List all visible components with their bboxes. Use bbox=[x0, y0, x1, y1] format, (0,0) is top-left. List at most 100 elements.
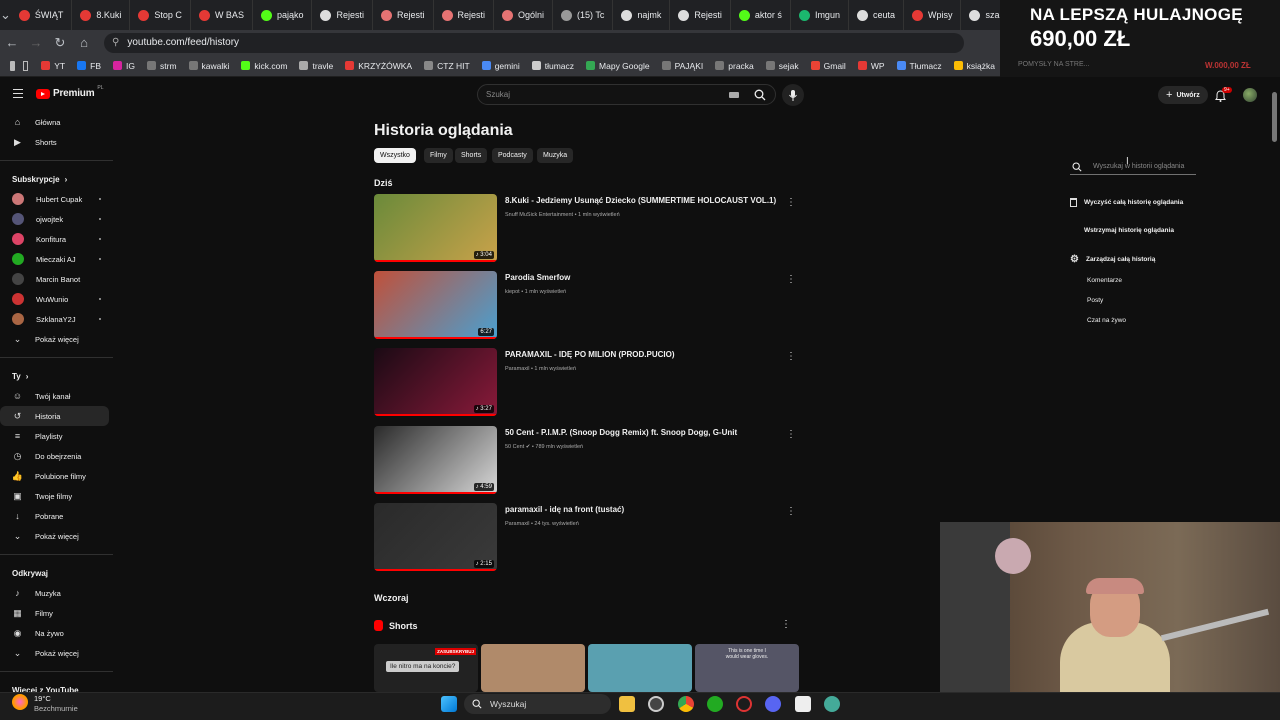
bookmark-item[interactable]: travle bbox=[294, 61, 338, 71]
sidebar-section-title[interactable]: Ty › bbox=[0, 366, 115, 386]
taskbar-search[interactable]: Wyszukaj bbox=[464, 694, 611, 714]
filter-chip[interactable]: Shorts bbox=[455, 148, 488, 163]
bookmark-item[interactable]: kick.com bbox=[236, 61, 292, 71]
reload-button[interactable]: ↻ bbox=[48, 31, 72, 55]
bookmark-item[interactable]: YT bbox=[36, 61, 70, 71]
sidebar-item[interactable]: ▶ Shorts bbox=[0, 132, 115, 152]
history-search-input[interactable]: Wyszukaj w historii oglądania bbox=[1070, 159, 1196, 175]
bookmark-item[interactable]: Gmail bbox=[806, 61, 851, 71]
bookmark-item[interactable]: PAJĄKI bbox=[657, 61, 709, 71]
grid-icon[interactable] bbox=[22, 60, 29, 71]
history-video-item[interactable]: ♪ 3:04 8.Kuki - Jedziemy Usunąć Dziecko (… bbox=[374, 194, 804, 264]
capcut-icon[interactable] bbox=[795, 696, 811, 712]
browser-tab[interactable]: ceuta bbox=[849, 0, 904, 30]
short-thumbnail[interactable]: ZASUBSKRYBUJ Ile nitro ma na koncie? bbox=[374, 644, 478, 692]
video-title[interactable]: Parodia Smerfow bbox=[505, 273, 570, 282]
site-info-icon[interactable]: ⚲ bbox=[112, 37, 119, 48]
sidebar-item[interactable]: ⌄ Pokaż więcej bbox=[0, 329, 115, 349]
bookmark-item[interactable]: Tłumacz bbox=[892, 61, 947, 71]
filter-chip[interactable]: Wszystko bbox=[374, 148, 416, 163]
video-thumbnail[interactable]: ♪ 3:04 bbox=[374, 194, 497, 262]
apps-icon[interactable] bbox=[10, 60, 15, 71]
voice-search-button[interactable] bbox=[782, 84, 804, 106]
pause-history-button[interactable]: Wstrzymaj historię oglądania bbox=[1084, 227, 1174, 234]
sidebar-section-title[interactable]: Odkrywaj bbox=[0, 563, 115, 583]
history-video-item[interactable]: ♪ 2:15 paramaxil - idę na front (tustać) P… bbox=[374, 503, 804, 573]
video-thumbnail[interactable]: ♪ 4:59 bbox=[374, 426, 497, 494]
bookmark-item[interactable]: WP bbox=[853, 61, 890, 71]
back-button[interactable]: ← bbox=[0, 31, 24, 55]
browser-tab[interactable]: W BAS bbox=[191, 0, 253, 30]
bookmark-item[interactable]: książka bbox=[949, 61, 1000, 71]
avatar[interactable] bbox=[1243, 88, 1257, 102]
sidebar-item[interactable]: ⌄ Pokaż więcej bbox=[0, 526, 115, 546]
history-video-item[interactable]: ♪ 3:27 PARAMAXIL - IDĘ PO MILION (PROD.PU… bbox=[374, 348, 804, 418]
browser-tab[interactable]: Rejesti bbox=[373, 0, 434, 30]
manage-history-button[interactable]: ⚙ Zarządzaj całą historią bbox=[1070, 254, 1155, 265]
discord-icon[interactable] bbox=[765, 696, 781, 712]
video-title[interactable]: 50 Cent - P.I.M.P. (Snoop Dogg Remix) ft… bbox=[505, 428, 737, 437]
bookmark-item[interactable]: gemini bbox=[477, 61, 525, 71]
posts-link[interactable]: Posty bbox=[1087, 297, 1103, 304]
filter-chip[interactable]: Podcasty bbox=[492, 148, 533, 163]
bookmark-item[interactable]: strm bbox=[142, 61, 182, 71]
bookmark-item[interactable]: CTZ HIT bbox=[419, 61, 475, 71]
browser-tab[interactable]: Wpisy bbox=[904, 0, 962, 30]
browser-tab[interactable]: Imgun bbox=[791, 0, 849, 30]
video-title[interactable]: PARAMAXIL - IDĘ PO MILION (PROD.PUCIO) bbox=[505, 350, 674, 359]
windows-start-icon[interactable] bbox=[441, 696, 457, 712]
video-thumbnail[interactable]: 6:27 bbox=[374, 271, 497, 339]
sidebar-section-title[interactable]: Subskrypcje › bbox=[0, 169, 115, 189]
sidebar-subscription[interactable]: Mieczaki AJ bbox=[0, 249, 115, 269]
page-scrollbar[interactable] bbox=[1272, 92, 1277, 142]
bookmark-item[interactable]: Mapy Google bbox=[581, 61, 655, 71]
menu-icon[interactable] bbox=[13, 89, 23, 98]
browser-tab[interactable]: Rejesti bbox=[670, 0, 731, 30]
live-chat-link[interactable]: Czat na żywo bbox=[1087, 317, 1126, 324]
notifications-button[interactable]: 9+ bbox=[1215, 87, 1232, 103]
browser-tab[interactable]: szalon bbox=[961, 0, 1000, 30]
app-icon[interactable] bbox=[824, 696, 840, 712]
shorts-more-icon[interactable]: ⋮ bbox=[781, 619, 791, 630]
bookmark-item[interactable]: IG bbox=[108, 61, 140, 71]
history-video-item[interactable]: ♪ 4:59 50 Cent - P.I.M.P. (Snoop Dogg Rem… bbox=[374, 426, 804, 496]
sidebar-subscription[interactable]: ojwojtek bbox=[0, 209, 115, 229]
obs-icon[interactable] bbox=[648, 696, 664, 712]
short-thumbnail[interactable] bbox=[481, 644, 585, 692]
sidebar-item[interactable]: ◉ Na żywo bbox=[0, 623, 115, 643]
short-thumbnail[interactable] bbox=[588, 644, 692, 692]
clear-history-button[interactable]: Wyczyść całą historię oglądania bbox=[1070, 198, 1183, 207]
browser-tab[interactable]: pająko bbox=[253, 0, 313, 30]
sidebar-subscription[interactable]: Hubert Cupak bbox=[0, 189, 115, 209]
sidebar-item[interactable]: ⌄ Pokaż więcej bbox=[0, 643, 115, 663]
chrome-icon[interactable] bbox=[678, 696, 694, 712]
sidebar-subscription[interactable]: SzklanaY2J bbox=[0, 309, 115, 329]
sidebar-item[interactable]: ↺ Historia bbox=[0, 406, 109, 426]
browser-tab[interactable]: ŚWIĄT bbox=[11, 0, 73, 30]
weather-temp[interactable]: 19°C bbox=[34, 694, 51, 703]
address-bar[interactable]: ⚲ youtube.com/feed/history bbox=[104, 32, 964, 53]
more-options-icon[interactable]: ⋮ bbox=[786, 506, 796, 517]
video-title[interactable]: paramaxil - idę na front (tustać) bbox=[505, 505, 624, 514]
browser-tab[interactable]: najmk bbox=[613, 0, 671, 30]
bookmark-item[interactable]: sejak bbox=[761, 61, 804, 71]
video-thumbnail[interactable]: ♪ 2:15 bbox=[374, 503, 497, 571]
tab-list-chevron-icon[interactable]: ⌄ bbox=[0, 3, 11, 27]
sidebar-subscription[interactable]: WuWunio bbox=[0, 289, 115, 309]
more-options-icon[interactable]: ⋮ bbox=[786, 351, 796, 362]
short-thumbnail[interactable]: This is one time I would wear gloves. bbox=[695, 644, 799, 692]
keyboard-icon[interactable] bbox=[729, 92, 739, 98]
sidebar-item[interactable]: ↓ Pobrane bbox=[0, 506, 115, 526]
browser-shield-icon[interactable] bbox=[707, 696, 723, 712]
file-explorer-icon[interactable] bbox=[619, 696, 635, 712]
bookmark-item[interactable]: FB bbox=[72, 61, 106, 71]
sidebar-item[interactable]: ◷ Do obejrzenia bbox=[0, 446, 115, 466]
sidebar-subscription[interactable]: Konfitura bbox=[0, 229, 115, 249]
sidebar-item[interactable]: ≡ Playlisty bbox=[0, 426, 115, 446]
create-button[interactable]: + Utwórz bbox=[1158, 86, 1208, 104]
sidebar-item[interactable]: ▦ Filmy bbox=[0, 603, 115, 623]
bookmark-item[interactable]: kawalki bbox=[184, 61, 235, 71]
history-video-item[interactable]: 6:27 Parodia Smerfow kiepot • 1 mln wyświe… bbox=[374, 271, 804, 341]
browser-tab[interactable]: Rejesti bbox=[312, 0, 373, 30]
bookmark-item[interactable]: tłumacz bbox=[527, 61, 579, 71]
